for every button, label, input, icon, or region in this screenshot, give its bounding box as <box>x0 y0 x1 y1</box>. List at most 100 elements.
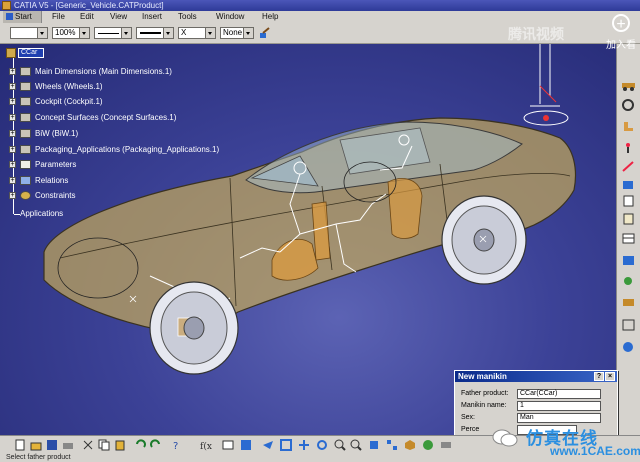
svg-text:f(x): f(x) <box>200 441 212 451</box>
redo-icon[interactable] <box>150 439 162 451</box>
layer-combo[interactable]: None <box>220 27 254 39</box>
seat-icon[interactable] <box>621 120 636 133</box>
chevron-down-icon <box>205 28 215 38</box>
expand-icon[interactable]: + <box>9 130 16 137</box>
site-watermark: 仿真在线 www.1CAE.com <box>492 424 640 458</box>
clash-icon[interactable] <box>621 274 636 287</box>
close-button[interactable]: × <box>605 372 615 381</box>
point-symbol-combo[interactable]: X <box>178 27 216 39</box>
normal-view-icon[interactable] <box>368 439 380 451</box>
chevron-down-icon <box>121 28 131 38</box>
multi-view-icon[interactable] <box>386 439 398 451</box>
zoom-out-icon[interactable] <box>350 439 362 451</box>
expand-icon[interactable]: + <box>9 83 16 90</box>
wheel-icon[interactable] <box>621 98 636 111</box>
expand-icon[interactable]: + <box>9 98 16 105</box>
table-formula-icon[interactable] <box>222 439 234 451</box>
expand-icon[interactable]: + <box>9 146 16 153</box>
line-thickness-icon <box>140 32 161 34</box>
render-icon[interactable] <box>621 340 636 353</box>
catalog-icon[interactable] <box>621 254 636 267</box>
add-caption: 加入看 <box>606 40 636 51</box>
expand-icon[interactable]: + <box>9 177 16 184</box>
whats-this-icon[interactable]: ? <box>170 439 182 451</box>
transparency-combo[interactable]: 100% <box>52 27 90 39</box>
shading-icon[interactable] <box>422 439 434 451</box>
fit-all-icon[interactable] <box>280 439 292 451</box>
scan-icon[interactable] <box>621 318 636 331</box>
product-icon <box>20 113 31 122</box>
help-button[interactable]: ? <box>594 372 604 381</box>
dialog-title: New manikin <box>458 372 507 381</box>
parameters-icon <box>20 160 31 169</box>
open-icon[interactable] <box>30 439 42 451</box>
linetype-combo[interactable] <box>94 27 132 39</box>
manikin-icon[interactable] <box>621 142 636 155</box>
paintbrush-icon[interactable] <box>259 27 271 39</box>
sex-label: Sex: <box>461 414 476 421</box>
print-icon[interactable] <box>62 439 74 451</box>
expand-icon[interactable]: + <box>9 192 16 199</box>
measure-icon[interactable] <box>621 160 636 173</box>
undo-icon[interactable] <box>134 439 146 451</box>
father-product-label: Father product: <box>461 390 509 397</box>
table-icon[interactable] <box>621 232 636 245</box>
chevron-down-icon <box>243 28 253 38</box>
car-icon[interactable] <box>621 78 636 91</box>
window-title: CATIA V5 - [Generic_Vehicle.CATProduct] <box>14 1 164 10</box>
menu-edit[interactable]: Edit <box>80 11 94 23</box>
percentile-label: Perce <box>461 426 480 433</box>
product-icon <box>20 129 31 138</box>
expand-icon[interactable]: + <box>9 68 16 75</box>
manikin-name-field[interactable]: 1 <box>517 401 601 411</box>
add-to-watchlist[interactable]: + 加入看 <box>602 12 640 64</box>
formula-icon[interactable]: f(x) <box>200 439 212 451</box>
document-icon[interactable] <box>621 212 636 225</box>
cut-icon[interactable] <box>82 439 94 451</box>
sex-select[interactable]: Man <box>517 413 601 423</box>
zoom-in-icon[interactable] <box>334 439 346 451</box>
rotate-icon[interactable] <box>316 439 328 451</box>
menu-tools[interactable]: Tools <box>178 11 197 23</box>
menu-file[interactable]: File <box>52 11 65 23</box>
dialog-title-bar[interactable]: New manikin ? × <box>455 371 617 382</box>
menu-start[interactable]: Start <box>3 11 42 23</box>
menu-insert[interactable]: Insert <box>142 11 162 23</box>
menu-view[interactable]: View <box>110 11 127 23</box>
hide-show-icon[interactable] <box>440 439 452 451</box>
video-watermark: 腾讯视频 <box>508 26 564 42</box>
chevron-down-icon <box>79 28 89 38</box>
tree-item-applications[interactable]: Applications <box>20 208 63 220</box>
expand-icon[interactable]: + <box>9 114 16 121</box>
right-toolbar <box>616 44 640 435</box>
expand-icon[interactable]: + <box>9 161 16 168</box>
menu-bar: Start File Edit View Insert Tools Window… <box>0 11 640 23</box>
tree-root-ccar[interactable]: CCar <box>18 48 44 58</box>
menu-window[interactable]: Window <box>216 11 244 23</box>
sheet-icon[interactable] <box>621 194 636 207</box>
pan-icon[interactable] <box>298 439 310 451</box>
line-style-icon <box>98 33 119 34</box>
new-icon[interactable] <box>14 439 26 451</box>
chevron-down-icon <box>163 28 173 38</box>
site-url: www.1CAE.com <box>550 444 640 458</box>
save-icon[interactable] <box>46 439 58 451</box>
product-icon <box>6 48 16 58</box>
fly-mode-icon[interactable] <box>262 439 274 451</box>
paste-icon[interactable] <box>114 439 126 451</box>
color-combo[interactable] <box>10 27 48 39</box>
father-product-field[interactable]: CCar(CCar) <box>517 389 601 399</box>
catalog-browser-icon[interactable] <box>240 439 252 451</box>
menu-help[interactable]: Help <box>262 11 278 23</box>
thickness-combo[interactable] <box>136 27 174 39</box>
front-wheel[interactable] <box>149 281 239 375</box>
catia-app-icon <box>2 1 11 10</box>
dimension-icon[interactable] <box>621 178 636 191</box>
product-icon <box>20 82 31 91</box>
compass-widget[interactable] <box>523 44 569 126</box>
product-icon <box>20 67 31 76</box>
iso-view-icon[interactable] <box>404 439 416 451</box>
section-icon[interactable] <box>621 296 636 309</box>
copy-icon[interactable] <box>98 439 110 451</box>
product-icon <box>20 97 31 106</box>
